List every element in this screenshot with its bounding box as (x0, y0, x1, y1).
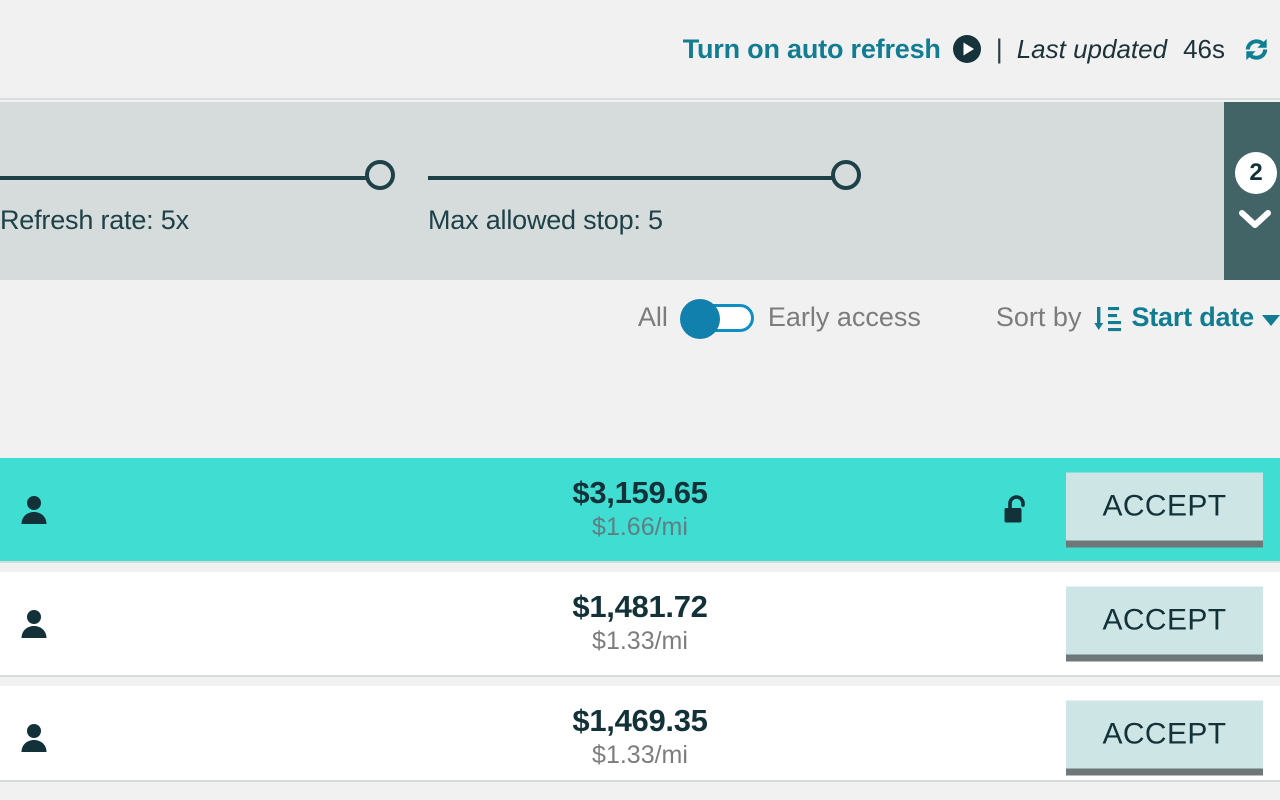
refresh-rate-caption: Refresh rate: 5x (0, 205, 189, 235)
row-rate-per-mile: $1.66/mi (592, 513, 688, 542)
max-allowed-stop-caption: Max allowed stop: 5 (428, 205, 663, 235)
sort-group: Sort by Start date (996, 302, 1280, 333)
row-rate-per-mile: $1.33/mi (592, 741, 688, 770)
row-total-price: $1,481.72 (572, 588, 708, 624)
bottom-strip (0, 780, 1280, 800)
filter-sort-bar: All Early access Sort by Start date (0, 280, 1280, 458)
max-stop-track[interactable] (428, 176, 853, 180)
refresh-cycle-icon[interactable] (1241, 34, 1272, 65)
refresh-rate-knob[interactable] (365, 160, 395, 190)
last-updated-label: Last updated (1016, 33, 1168, 64)
refresh-header: Turn on auto refresh | Last updated 46s (0, 0, 1280, 100)
sort-by-dropdown[interactable]: Start date (1093, 302, 1280, 333)
row-rate-per-mile: $1.33/mi (592, 627, 688, 656)
active-filters-badge: 2 (1235, 152, 1277, 194)
header-divider: | (995, 33, 1003, 64)
toggle-knob[interactable] (679, 298, 720, 339)
accept-button[interactable]: ACCEPT (1066, 700, 1263, 775)
person-icon (21, 723, 47, 752)
last-updated-value: 46s (1183, 33, 1225, 64)
sort-by-label: Sort by (995, 302, 1082, 332)
filter-sort-content: All Early access Sort by Start date (637, 298, 1280, 339)
table-row[interactable]: $1,469.35 $1.33/mi ACCEPT (0, 686, 1280, 789)
row-total-price: $3,159.65 (572, 474, 708, 510)
table-row[interactable]: $1,481.72 $1.33/mi ACCEPT (0, 572, 1280, 675)
accept-button[interactable]: ACCEPT (1066, 472, 1263, 547)
max-stop-knob[interactable] (831, 160, 861, 190)
sort-by-value: Start date (1131, 302, 1254, 332)
settings-slider-panel: Refresh rate: 5x Max allowed stop: 5 (0, 102, 1280, 280)
access-filter-toggle-group[interactable]: All Early access (637, 298, 921, 339)
turn-on-auto-refresh-button[interactable]: Turn on auto refresh (683, 34, 982, 65)
refresh-rate-slider-group[interactable]: Refresh rate: 5x (0, 102, 395, 280)
table-row[interactable]: $3,159.65 $1.66/mi ACCEPT (0, 458, 1280, 561)
accept-button[interactable]: ACCEPT (1066, 586, 1263, 661)
toggle-label-all: All (637, 302, 668, 332)
unlock-icon[interactable] (1002, 494, 1030, 526)
auto-refresh-label: Turn on auto refresh (682, 33, 941, 64)
chevron-down-icon[interactable] (1238, 208, 1272, 230)
early-access-toggle[interactable] (679, 298, 754, 339)
caret-down-icon[interactable] (1262, 314, 1280, 326)
row-total-price: $1,469.35 (572, 702, 708, 738)
row-separator (0, 561, 1280, 572)
person-icon (21, 495, 47, 524)
refresh-rate-track-wrap[interactable] (0, 160, 395, 196)
refresh-rate-track[interactable] (0, 176, 380, 180)
max-stop-track-wrap[interactable] (428, 160, 868, 196)
play-circle-icon[interactable] (952, 34, 982, 64)
person-icon (21, 609, 47, 638)
row-separator (0, 675, 1280, 686)
refresh-header-content: Turn on auto refresh | Last updated 46s (683, 34, 1272, 65)
load-board-screen: Turn on auto refresh | Last updated 46s (0, 0, 1280, 800)
toggle-label-early-access: Early access (767, 302, 921, 332)
load-results-list: $3,159.65 $1.66/mi ACCEPT $1,481.72 $1.3… (0, 458, 1280, 789)
max-allowed-stop-slider-group[interactable]: Max allowed stop: 5 (428, 102, 868, 280)
filters-collapse-rail[interactable]: 2 (1224, 102, 1280, 280)
sort-ascending-icon[interactable] (1093, 303, 1123, 333)
